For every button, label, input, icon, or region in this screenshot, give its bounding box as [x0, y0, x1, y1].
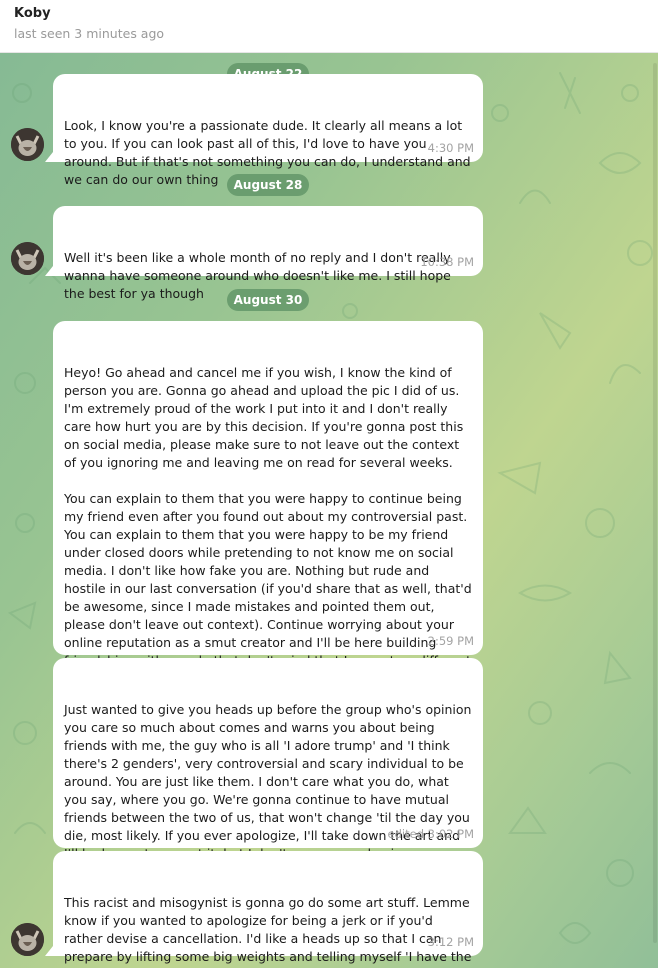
- contact-avatar[interactable]: [11, 128, 44, 161]
- message-bubble[interactable]: Heyo! Go ahead and cancel me if you wish…: [53, 321, 483, 686]
- message-time: edited 3:02 PM: [387, 827, 474, 841]
- message-text: This racist and misogynist is gonna go d…: [64, 895, 472, 968]
- scrollbar[interactable]: [653, 63, 657, 943]
- message-time: 10:38 PM: [420, 255, 474, 269]
- date-separator: August 30: [227, 289, 309, 311]
- message-bubble[interactable]: Just wanted to give you heads up before …: [53, 658, 483, 879]
- message-time: 2:59 PM: [427, 634, 474, 648]
- contact-avatar[interactable]: [11, 923, 44, 956]
- message-list[interactable]: August 22 Look, I know you're a passiona…: [0, 53, 658, 968]
- message-bubble[interactable]: Look, I know you're a passionate dude. I…: [45, 74, 483, 187]
- date-separator: August 28: [227, 174, 309, 196]
- message-text: Heyo! Go ahead and cancel me if you wish…: [64, 365, 472, 686]
- message-time: 4:30 PM: [427, 141, 474, 155]
- message-bubble[interactable]: This racist and misogynist is gonna go d…: [45, 851, 483, 968]
- message-time: 3:12 PM: [427, 935, 474, 949]
- message-bubble[interactable]: Well it's been like a whole month of no …: [45, 206, 483, 301]
- chat-header[interactable]: Koby last seen 3 minutes ago: [0, 0, 658, 53]
- last-seen-status: last seen 3 minutes ago: [14, 26, 165, 41]
- contact-name[interactable]: Koby: [14, 6, 51, 21]
- contact-avatar[interactable]: [11, 242, 44, 275]
